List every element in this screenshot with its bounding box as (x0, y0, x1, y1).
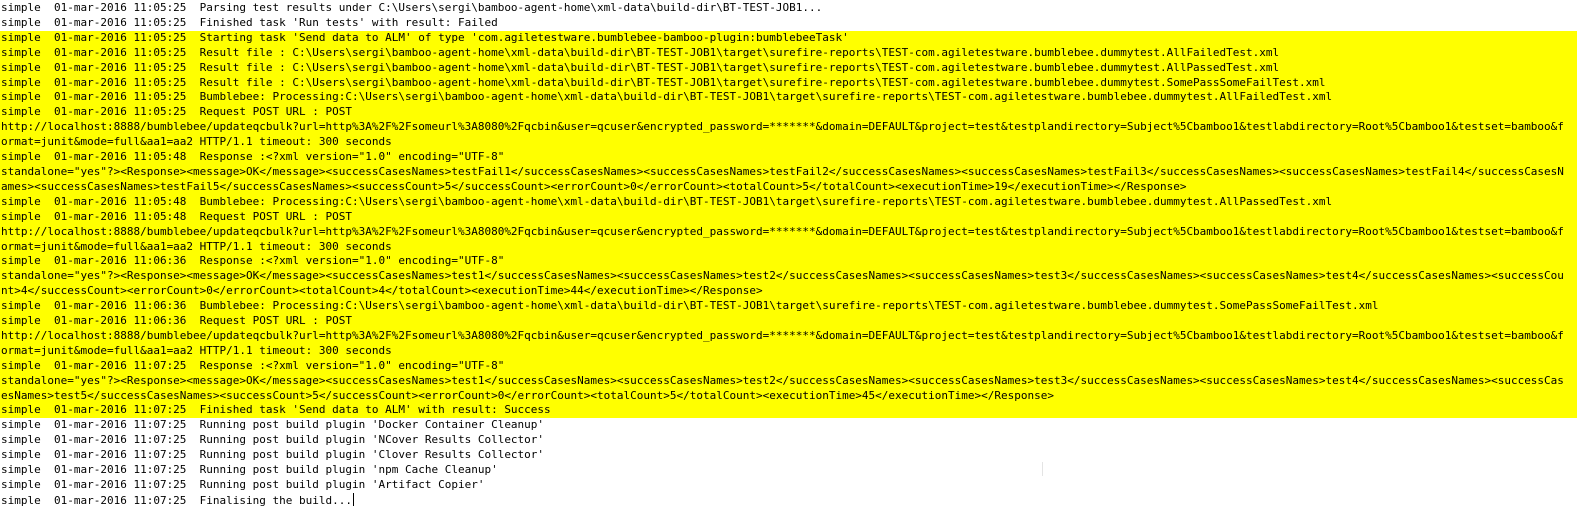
log-line-text: simple 01-mar-2016 11:05:25 Result file … (1, 60, 1280, 74)
log-line-text: simple 01-mar-2016 11:05:48 Bumblebee: P… (1, 194, 1333, 208)
log-line-text: simple 01-mar-2016 11:07:25 Running post… (1, 433, 545, 447)
log-line: http://localhost:8888/bumblebee/updateqc… (0, 120, 1577, 151)
stray-mark (1042, 462, 1043, 476)
log-line: simple 01-mar-2016 11:05:48 Bumblebee: P… (0, 194, 1577, 210)
log-line: simple 01-mar-2016 11:05:25 Result file … (0, 60, 1577, 76)
log-line: simple 01-mar-2016 11:07:25 Response :<?… (0, 358, 1577, 374)
log-line: simple 01-mar-2016 11:07:25 Running post… (0, 478, 1577, 493)
log-line-text: simple 01-mar-2016 11:06:36 Response :<?… (1, 254, 505, 268)
log-line-text: standalone="yes"?><Response><message>OK<… (1, 269, 1564, 298)
log-line: simple 01-mar-2016 11:05:25 Bumblebee: P… (0, 90, 1577, 106)
log-line: simple 01-mar-2016 11:05:48 Response :<?… (0, 150, 1577, 165)
log-line-text: standalone="yes"?><Response><message>OK<… (1, 373, 1564, 402)
log-line-text: simple 01-mar-2016 11:07:25 Running post… (1, 463, 498, 477)
log-line: simple 01-mar-2016 11:05:25 Result file … (0, 75, 1577, 91)
log-line: simple 01-mar-2016 11:07:25 Running post… (0, 418, 1577, 433)
log-line: simple 01-mar-2016 11:07:25 Running post… (0, 433, 1577, 448)
log-line: standalone="yes"?><Response><message>OK<… (0, 269, 1577, 300)
log-line-text: standalone="yes"?><Response><message>OK<… (1, 164, 1564, 193)
log-line-text: simple 01-mar-2016 11:06:36 Request POST… (1, 314, 352, 328)
log-line: standalone="yes"?><Response><message>OK<… (0, 164, 1577, 195)
log-line: simple 01-mar-2016 11:07:25 Running post… (0, 463, 1577, 478)
log-line-text: simple 01-mar-2016 11:05:25 Bumblebee: P… (1, 90, 1333, 104)
build-log[interactable]: simple 01-mar-2016 11:05:25 Parsing test… (0, 0, 1577, 509)
log-line: simple 01-mar-2016 11:06:36 Bumblebee: P… (0, 299, 1577, 315)
log-line: http://localhost:8888/bumblebee/updateqc… (0, 224, 1577, 255)
log-line-text: simple 01-mar-2016 11:05:25 Starting tas… (1, 30, 849, 44)
log-line-text: simple 01-mar-2016 11:05:48 Request POST… (1, 209, 352, 223)
log-line-text: simple 01-mar-2016 11:06:36 Bumblebee: P… (1, 299, 1379, 313)
log-line: simple 01-mar-2016 11:07:25 Finished tas… (0, 403, 1577, 419)
log-line: http://localhost:8888/bumblebee/updateqc… (0, 328, 1577, 359)
log-line-text: simple 01-mar-2016 11:05:25 Request POST… (1, 105, 352, 119)
log-line-text: http://localhost:8888/bumblebee/updateqc… (1, 120, 1564, 149)
text-cursor (353, 492, 354, 506)
log-line-text: simple 01-mar-2016 11:07:25 Running post… (1, 478, 485, 491)
log-line-text: simple 01-mar-2016 11:05:25 Result file … (1, 75, 1326, 89)
log-line-text: simple 01-mar-2016 11:07:25 Finished tas… (1, 403, 551, 417)
log-line-text: simple 01-mar-2016 11:07:25 Running post… (1, 418, 545, 432)
log-line: simple 01-mar-2016 11:05:25 Parsing test… (0, 1, 1577, 16)
log-line-text: simple 01-mar-2016 11:05:48 Response :<?… (1, 150, 505, 164)
log-line: simple 01-mar-2016 11:05:25 Request POST… (0, 105, 1577, 121)
log-line-text: http://localhost:8888/bumblebee/updateqc… (1, 224, 1564, 253)
log-line-text: simple 01-mar-2016 11:05:25 Finished tas… (1, 15, 498, 29)
log-line: simple 01-mar-2016 11:05:25 Starting tas… (0, 30, 1577, 46)
log-line-text: simple 01-mar-2016 11:07:25 Running post… (1, 448, 545, 462)
log-line-text: simple 01-mar-2016 11:07:25 Response :<?… (1, 358, 505, 372)
log-line-text: simple 01-mar-2016 11:07:25 Finalising t… (1, 493, 352, 507)
log-line: simple 01-mar-2016 11:05:25 Result file … (0, 45, 1577, 61)
log-line: simple 01-mar-2016 11:07:25 Finalising t… (0, 492, 1577, 509)
log-line-text: simple 01-mar-2016 11:05:25 Result file … (1, 45, 1280, 59)
log-line: standalone="yes"?><Response><message>OK<… (0, 373, 1577, 404)
log-line: simple 01-mar-2016 11:05:25 Finished tas… (0, 16, 1577, 31)
log-line: simple 01-mar-2016 11:06:36 Request POST… (0, 314, 1577, 329)
log-line-text: http://localhost:8888/bumblebee/updateqc… (1, 328, 1564, 357)
log-line: simple 01-mar-2016 11:06:36 Response :<?… (0, 254, 1577, 270)
log-line-text: simple 01-mar-2016 11:05:25 Parsing test… (1, 1, 823, 14)
log-line: simple 01-mar-2016 11:07:25 Running post… (0, 448, 1577, 463)
log-line: simple 01-mar-2016 11:05:48 Request POST… (0, 209, 1577, 225)
